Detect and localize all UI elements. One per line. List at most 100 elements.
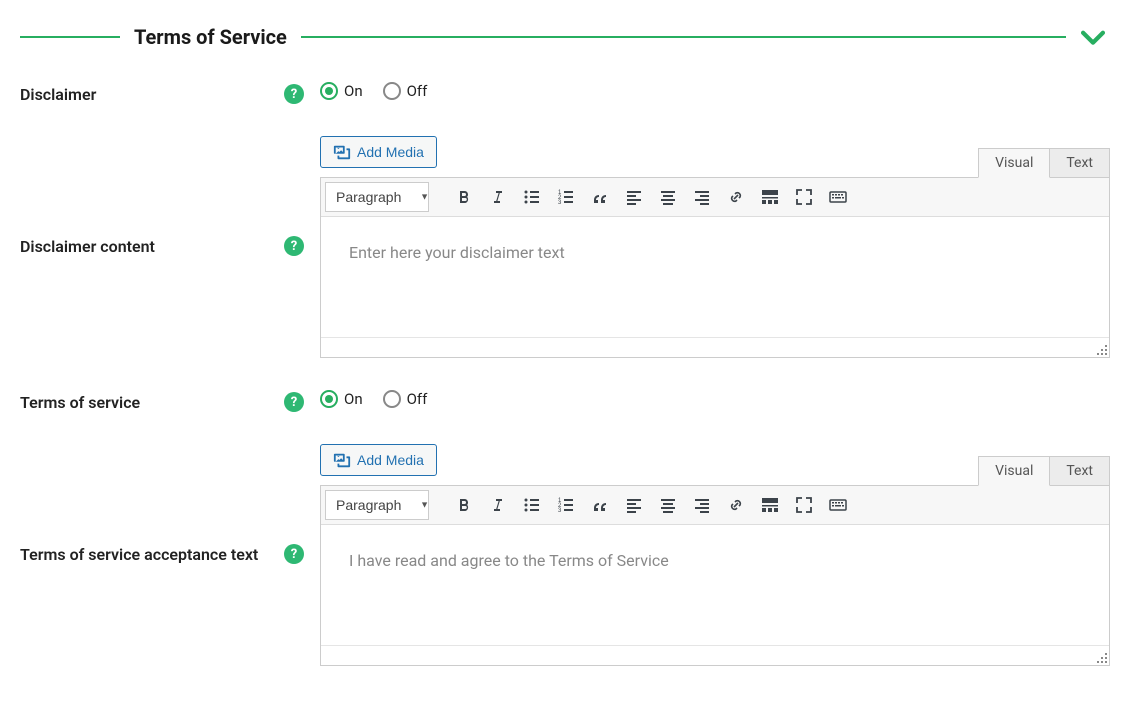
align-center-icon: [658, 187, 678, 207]
radio-on[interactable]: On: [320, 390, 363, 408]
bullet-list-icon: [522, 495, 542, 515]
field-tos: Terms of service ? On Off: [20, 390, 1110, 412]
format-select[interactable]: Paragraph: [325, 182, 429, 212]
help-icon[interactable]: ?: [284, 236, 304, 256]
align-left-icon: [624, 495, 644, 515]
align-left-button[interactable]: [617, 490, 651, 520]
align-right-icon: [692, 495, 712, 515]
blockquote-button[interactable]: [583, 490, 617, 520]
editor-statusbar: [321, 645, 1109, 665]
disclaimer-radio-group: On Off: [320, 82, 1110, 100]
link-button[interactable]: [719, 490, 753, 520]
field-label-disclaimer-content: Disclaimer content: [20, 237, 155, 256]
italic-button[interactable]: [481, 182, 515, 212]
radio-off-label: Off: [407, 82, 428, 100]
editor-toolbar: Paragraph 123: [321, 178, 1109, 217]
radio-off-label: Off: [407, 390, 428, 408]
link-icon: [726, 187, 746, 207]
tab-visual[interactable]: Visual: [978, 456, 1050, 486]
fullscreen-button[interactable]: [787, 490, 821, 520]
align-right-button[interactable]: [685, 182, 719, 212]
media-icon: [333, 143, 351, 161]
tab-text[interactable]: Text: [1049, 456, 1110, 486]
section-title: Terms of Service: [120, 25, 301, 49]
fullscreen-icon: [794, 495, 814, 515]
italic-icon: [488, 495, 508, 515]
tos-radio-group: On Off: [320, 390, 1110, 408]
tab-text[interactable]: Text: [1049, 148, 1110, 178]
numbered-list-icon: 123: [556, 495, 576, 515]
italic-button[interactable]: [481, 490, 515, 520]
toolbar-toggle-button[interactable]: [821, 182, 855, 212]
help-icon[interactable]: ?: [284, 84, 304, 104]
align-right-icon: [692, 187, 712, 207]
bold-button[interactable]: [447, 490, 481, 520]
format-select[interactable]: Paragraph: [325, 490, 429, 520]
divider: [20, 36, 120, 38]
fullscreen-button[interactable]: [787, 182, 821, 212]
radio-dot-icon: [320, 390, 338, 408]
editor-content[interactable]: I have read and agree to the Terms of Se…: [321, 525, 1109, 645]
radio-on-label: On: [344, 82, 363, 100]
editor-toolbar: Paragraph 123: [321, 486, 1109, 525]
help-icon[interactable]: ?: [284, 392, 304, 412]
blockquote-icon: [590, 187, 610, 207]
align-right-button[interactable]: [685, 490, 719, 520]
align-center-button[interactable]: [651, 182, 685, 212]
keyboard-icon: [828, 495, 848, 515]
resize-grip[interactable]: [1095, 343, 1107, 355]
editor: Add Media Visual Text Paragraph 123: [320, 136, 1110, 358]
blockquote-button[interactable]: [583, 182, 617, 212]
add-media-button[interactable]: Add Media: [320, 136, 437, 168]
align-center-button[interactable]: [651, 490, 685, 520]
bullet-list-button[interactable]: [515, 490, 549, 520]
radio-off[interactable]: Off: [383, 82, 428, 100]
align-center-icon: [658, 495, 678, 515]
radio-on[interactable]: On: [320, 82, 363, 100]
editor-statusbar: [321, 337, 1109, 357]
insert-more-button[interactable]: [753, 182, 787, 212]
svg-text:3: 3: [558, 508, 562, 514]
field-label-tos-acceptance: Terms of service acceptance text: [20, 545, 258, 564]
radio-on-label: On: [344, 390, 363, 408]
collapse-toggle[interactable]: [1076, 20, 1110, 54]
divider: [301, 36, 1066, 38]
numbered-list-button[interactable]: 123: [549, 490, 583, 520]
align-left-button[interactable]: [617, 182, 651, 212]
numbered-list-button[interactable]: 123: [549, 182, 583, 212]
bullet-list-icon: [522, 187, 542, 207]
editor: Add Media Visual Text Paragraph 123: [320, 444, 1110, 666]
toolbar-toggle-button[interactable]: [821, 490, 855, 520]
keyboard-icon: [828, 187, 848, 207]
add-media-label: Add Media: [357, 452, 424, 468]
link-button[interactable]: [719, 182, 753, 212]
field-label-tos: Terms of service: [20, 393, 140, 412]
read-more-icon: [760, 495, 780, 515]
bullet-list-button[interactable]: [515, 182, 549, 212]
resize-grip[interactable]: [1095, 651, 1107, 663]
editor-content[interactable]: Enter here your disclaimer text: [321, 217, 1109, 337]
fullscreen-icon: [794, 187, 814, 207]
tab-visual[interactable]: Visual: [978, 148, 1050, 178]
numbered-list-icon: 123: [556, 187, 576, 207]
media-icon: [333, 451, 351, 469]
bold-button[interactable]: [447, 182, 481, 212]
radio-off[interactable]: Off: [383, 390, 428, 408]
help-icon[interactable]: ?: [284, 544, 304, 564]
svg-text:3: 3: [558, 200, 562, 206]
align-left-icon: [624, 187, 644, 207]
italic-icon: [488, 187, 508, 207]
insert-more-button[interactable]: [753, 490, 787, 520]
radio-dot-icon: [383, 390, 401, 408]
bold-icon: [454, 495, 474, 515]
add-media-button[interactable]: Add Media: [320, 444, 437, 476]
add-media-label: Add Media: [357, 144, 424, 160]
chevron-down-icon: [1076, 20, 1110, 54]
field-disclaimer-content: Disclaimer content ? Add Media Visual Te…: [20, 136, 1110, 358]
field-tos-acceptance: Terms of service acceptance text ? Add M…: [20, 444, 1110, 666]
field-disclaimer: Disclaimer ? On Off: [20, 82, 1110, 104]
section-header: Terms of Service: [20, 20, 1110, 54]
radio-dot-icon: [320, 82, 338, 100]
blockquote-icon: [590, 495, 610, 515]
link-icon: [726, 495, 746, 515]
